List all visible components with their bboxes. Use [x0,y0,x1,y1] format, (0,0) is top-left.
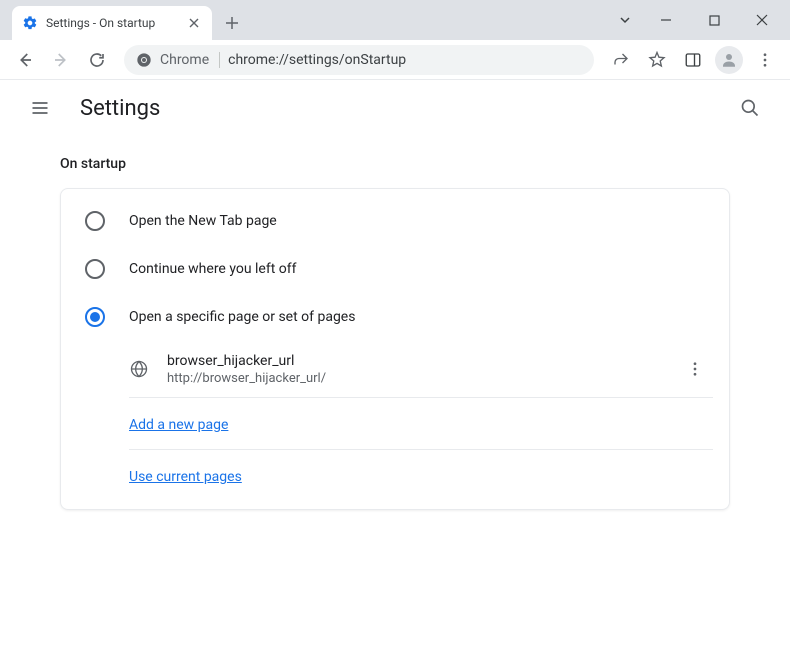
chevron-down-icon[interactable] [610,5,640,35]
radio-icon [85,211,105,231]
omnibox-label: Chrome [160,52,220,68]
startup-pages-list: browser_hijacker_url http://browser_hija… [129,341,713,501]
page-entry-name: browser_hijacker_url [167,353,659,369]
radio-icon [85,307,105,327]
search-icon[interactable] [730,88,770,128]
window-controls [610,0,790,40]
kebab-menu-icon[interactable] [748,43,782,77]
tab-title: Settings - On startup [46,16,178,30]
globe-icon [129,359,149,379]
side-panel-icon[interactable] [676,43,710,77]
share-icon[interactable] [604,43,638,77]
gear-icon [22,15,38,31]
settings-page: Settings On startup Open the New Tab pag… [0,80,790,658]
startup-options-card: Open the New Tab page Continue where you… [60,188,730,510]
browser-titlebar: Settings - On startup [0,0,790,40]
address-bar[interactable]: Chrome chrome://settings/onStartup [124,45,594,75]
content-area: On startup Open the New Tab page Continu… [0,136,790,510]
omnibox-url: chrome://settings/onStartup [228,52,406,68]
radio-icon [85,259,105,279]
radio-option-new-tab[interactable]: Open the New Tab page [61,197,729,245]
browser-toolbar: Chrome chrome://settings/onStartup [0,40,790,80]
page-header: Settings [0,80,790,136]
radio-label: Open the New Tab page [129,213,277,229]
forward-button[interactable] [44,43,78,77]
avatar [715,46,743,74]
browser-tab[interactable]: Settings - On startup [12,6,212,40]
close-icon[interactable] [186,15,202,31]
minimize-button[interactable] [644,5,688,35]
radio-label: Open a specific page or set of pages [129,309,355,325]
page-entry-kebab-menu[interactable] [677,351,713,387]
startup-page-entry: browser_hijacker_url http://browser_hija… [129,341,713,398]
bookmark-icon[interactable] [640,43,674,77]
close-window-button[interactable] [740,5,784,35]
section-title: On startup [60,136,730,188]
new-tab-button[interactable] [218,9,246,37]
hamburger-menu-icon[interactable] [20,88,60,128]
maximize-button[interactable] [692,5,736,35]
back-button[interactable] [8,43,42,77]
add-page-link[interactable]: Add a new page [129,417,228,433]
profile-button[interactable] [712,43,746,77]
radio-label: Continue where you left off [129,261,297,277]
use-current-pages-link[interactable]: Use current pages [129,469,242,485]
radio-option-continue[interactable]: Continue where you left off [61,245,729,293]
use-current-row: Use current pages [129,450,713,501]
radio-option-specific-pages[interactable]: Open a specific page or set of pages [61,293,729,341]
chrome-icon [136,52,152,68]
add-page-row: Add a new page [129,398,713,450]
page-title: Settings [80,96,160,121]
page-entry-url: http://browser_hijacker_url/ [167,371,659,386]
reload-button[interactable] [80,43,114,77]
